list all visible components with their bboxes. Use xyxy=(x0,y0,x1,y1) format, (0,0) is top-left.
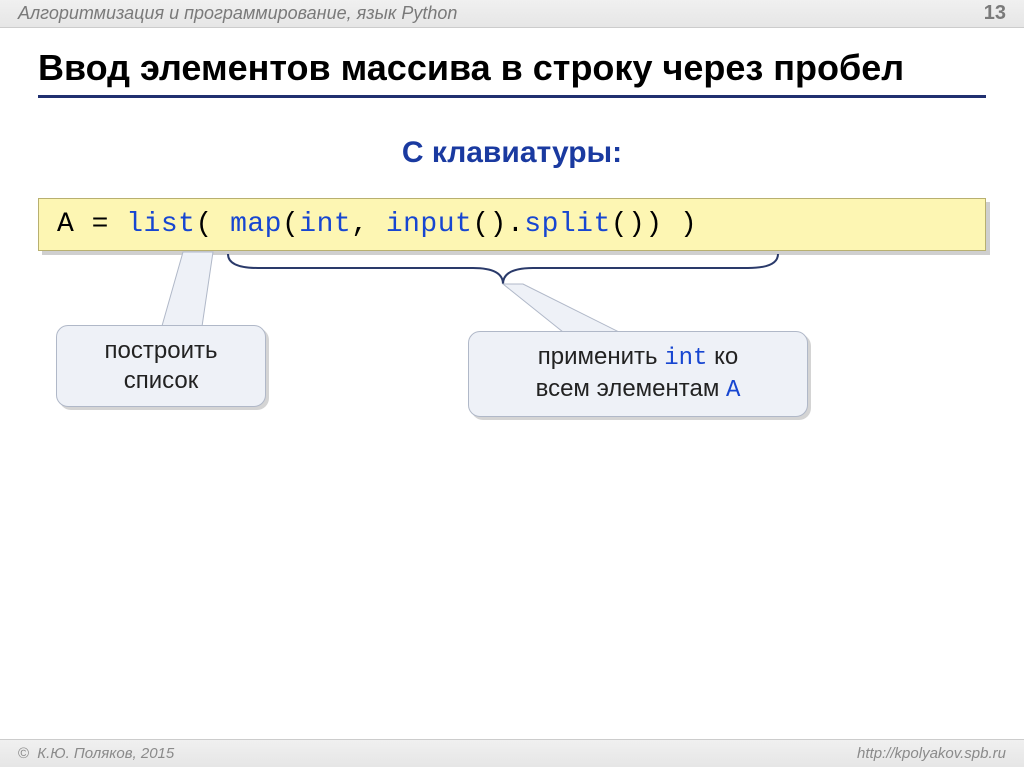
page-number: 13 xyxy=(984,2,1006,25)
callout-right-line1: применить int ко xyxy=(491,342,785,374)
callouts: построить список применить int ко всем э… xyxy=(38,261,986,521)
code-token: = xyxy=(74,209,126,240)
callout-left-line1: построить xyxy=(79,336,243,366)
callout-left-line2: список xyxy=(79,366,243,396)
slide: Алгоритмизация и программирование, язык … xyxy=(0,0,1024,767)
code-token: A xyxy=(57,209,74,240)
code-area: A = list( map(int, input().split()) ) xyxy=(38,198,986,251)
breadcrumb: Алгоритмизация и программирование, язык … xyxy=(18,3,457,24)
copyright-icon: © xyxy=(18,745,29,762)
code-token: ( xyxy=(195,209,230,240)
callout-right-pre: применить xyxy=(538,343,664,370)
callout-right-post1: ко xyxy=(707,343,738,370)
callout-build-list: построить список xyxy=(56,325,266,407)
code-token: int xyxy=(299,209,351,240)
callout-right-mono: int xyxy=(664,345,707,372)
footer-url: http://kpolyakov.spb.ru xyxy=(857,745,1006,762)
code-token: (). xyxy=(472,209,524,240)
code-token: , xyxy=(351,209,386,240)
code-token: list xyxy=(126,209,195,240)
callout-right-mono2: A xyxy=(726,377,740,404)
code-box: A = list( map(int, input().split()) ) xyxy=(38,198,986,251)
code-token: ()) ) xyxy=(611,209,698,240)
code-token: input xyxy=(386,209,473,240)
page-title: Ввод элементов массива в строку через пр… xyxy=(38,46,986,98)
footer-copy-text: К.Ю. Поляков, 2015 xyxy=(37,745,174,762)
footer: © К.Ю. Поляков, 2015 http://kpolyakov.sp… xyxy=(0,739,1024,767)
callout-right-line2: всем элементам A xyxy=(491,374,785,406)
callout-apply-int: применить int ко всем элементам A xyxy=(468,331,808,417)
code-token: ( xyxy=(282,209,299,240)
code-token: map xyxy=(230,209,282,240)
topbar: Алгоритмизация и программирование, язык … xyxy=(0,0,1024,28)
code-token: split xyxy=(524,209,611,240)
callout-right-post2: всем элементам xyxy=(536,375,726,402)
subtitle: С клавиатуры: xyxy=(38,136,986,170)
footer-copyright: © К.Ю. Поляков, 2015 xyxy=(18,745,174,762)
content: Ввод элементов массива в строку через пр… xyxy=(0,28,1024,521)
